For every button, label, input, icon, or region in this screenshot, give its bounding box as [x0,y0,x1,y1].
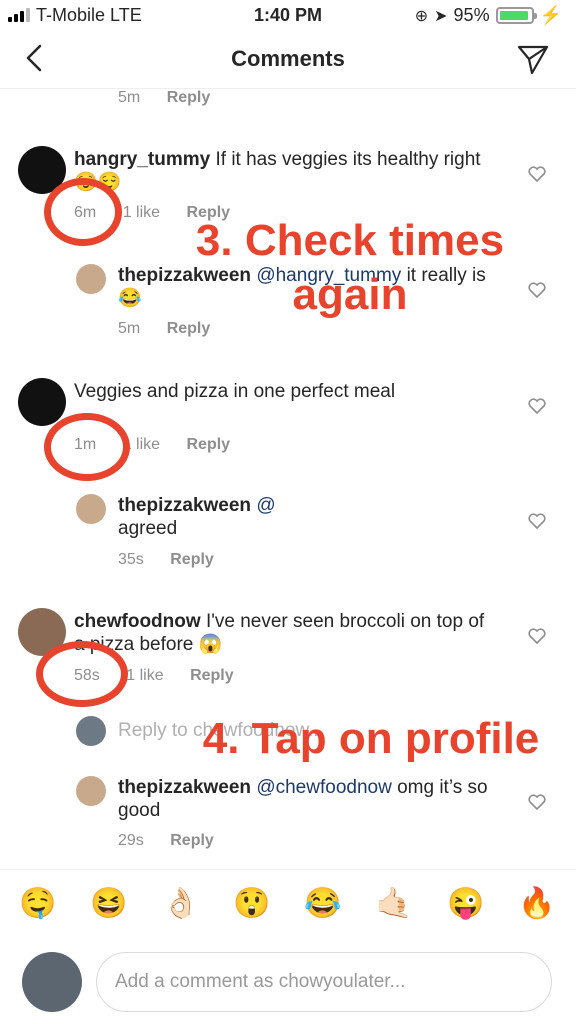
lock-rotation-icon: ⊕ [414,7,429,25]
reply-button[interactable]: Reply [190,667,234,684]
comment-input[interactable]: Add a comment as chowyoulater... [96,952,552,1012]
mention-link[interactable]: @chewfoodnow [256,777,391,798]
avatar[interactable] [18,378,66,426]
comment-meta: 5m Reply [118,320,232,338]
charging-icon: ⚡ [539,5,562,25]
annotation-circle [36,641,128,707]
battery-percent: 95% [453,5,490,25]
heart-icon[interactable] [528,166,546,182]
emoji-button[interactable]: 🔥 [517,884,557,924]
comment-time: 5m [118,320,141,337]
status-bar: T-Mobile LTE 1:40 PM ⊕ ➤ 95% ⚡ [0,0,576,30]
emoji-button[interactable]: 🤙🏻 [374,884,414,924]
comment-meta: 5m Reply [118,89,232,107]
comment-body: Veggies and pizza in one perfect meal [74,381,396,402]
comment-body: agreed [118,518,178,539]
comment-text: Veggies and pizza in one perfect meal [74,380,494,403]
emoji-quick-bar: 🤤 😆 👌🏻 😲 😂 🤙🏻 😜 🔥 [0,884,576,936]
annotation-text: again [292,270,408,319]
avatar[interactable] [76,716,106,746]
comment-username[interactable]: chewfoodnow [74,611,201,632]
avatar[interactable] [76,264,106,294]
annotation-text: 3. Check times [195,216,505,265]
comment-time: 29s [118,832,144,849]
heart-icon[interactable] [528,794,546,810]
mention-link[interactable]: @ [256,495,275,516]
comment-time: 35s [118,551,144,568]
reply-button[interactable]: Reply [167,89,211,106]
reply-button[interactable]: Reply [170,832,214,849]
comment-username[interactable]: hangry_tummy [74,149,210,170]
annotation-circle [44,178,122,246]
comment-meta: 35s Reply [118,551,236,569]
annotation-step-4: 4. Tap on profile [202,714,540,763]
comment-time: 5m [118,89,141,106]
page-title: Comments [231,46,345,71]
comment-text: thepizzakween @ agreed [118,494,498,540]
comment-text: hangry_tummy If it has veggies its healt… [74,148,494,194]
emoji-button[interactable]: 🤤 [18,884,58,924]
avatar[interactable] [76,776,106,806]
heart-icon[interactable] [528,513,546,529]
annotation-step-3: 3. Check times again [150,214,550,322]
reply-button[interactable]: Reply [170,551,214,568]
reply-button[interactable]: Reply [187,436,231,453]
reply-button[interactable]: Reply [167,320,211,337]
comment-meta: 29s Reply [118,832,236,850]
heart-icon[interactable] [528,398,546,414]
comment-text: chewfoodnow I've never seen broccoli on … [74,610,494,656]
emoji-button[interactable]: 😂 [303,884,343,924]
avatar[interactable] [76,494,106,524]
emoji-button[interactable]: 😆 [89,884,129,924]
divider [0,869,576,870]
my-avatar[interactable] [22,952,82,1012]
emoji-button[interactable]: 😲 [232,884,272,924]
emoji-button[interactable]: 👌🏻 [161,884,201,924]
comment-username[interactable]: thepizzakween [118,495,251,516]
nav-bar: Comments [0,30,576,89]
comment-likes[interactable]: 1 like [126,667,163,684]
location-icon: ➤ [434,7,448,25]
emoji-button[interactable]: 😜 [446,884,486,924]
heart-icon[interactable] [528,628,546,644]
battery-icon [495,7,537,24]
comment-username[interactable]: thepizzakween [118,777,251,798]
comment-text: thepizzakween @chewfoodnow omg it’s so g… [118,776,498,822]
direct-send-icon[interactable] [516,42,550,76]
comment-composer: Add a comment as chowyoulater... [0,948,576,1020]
annotation-circle [44,413,130,481]
